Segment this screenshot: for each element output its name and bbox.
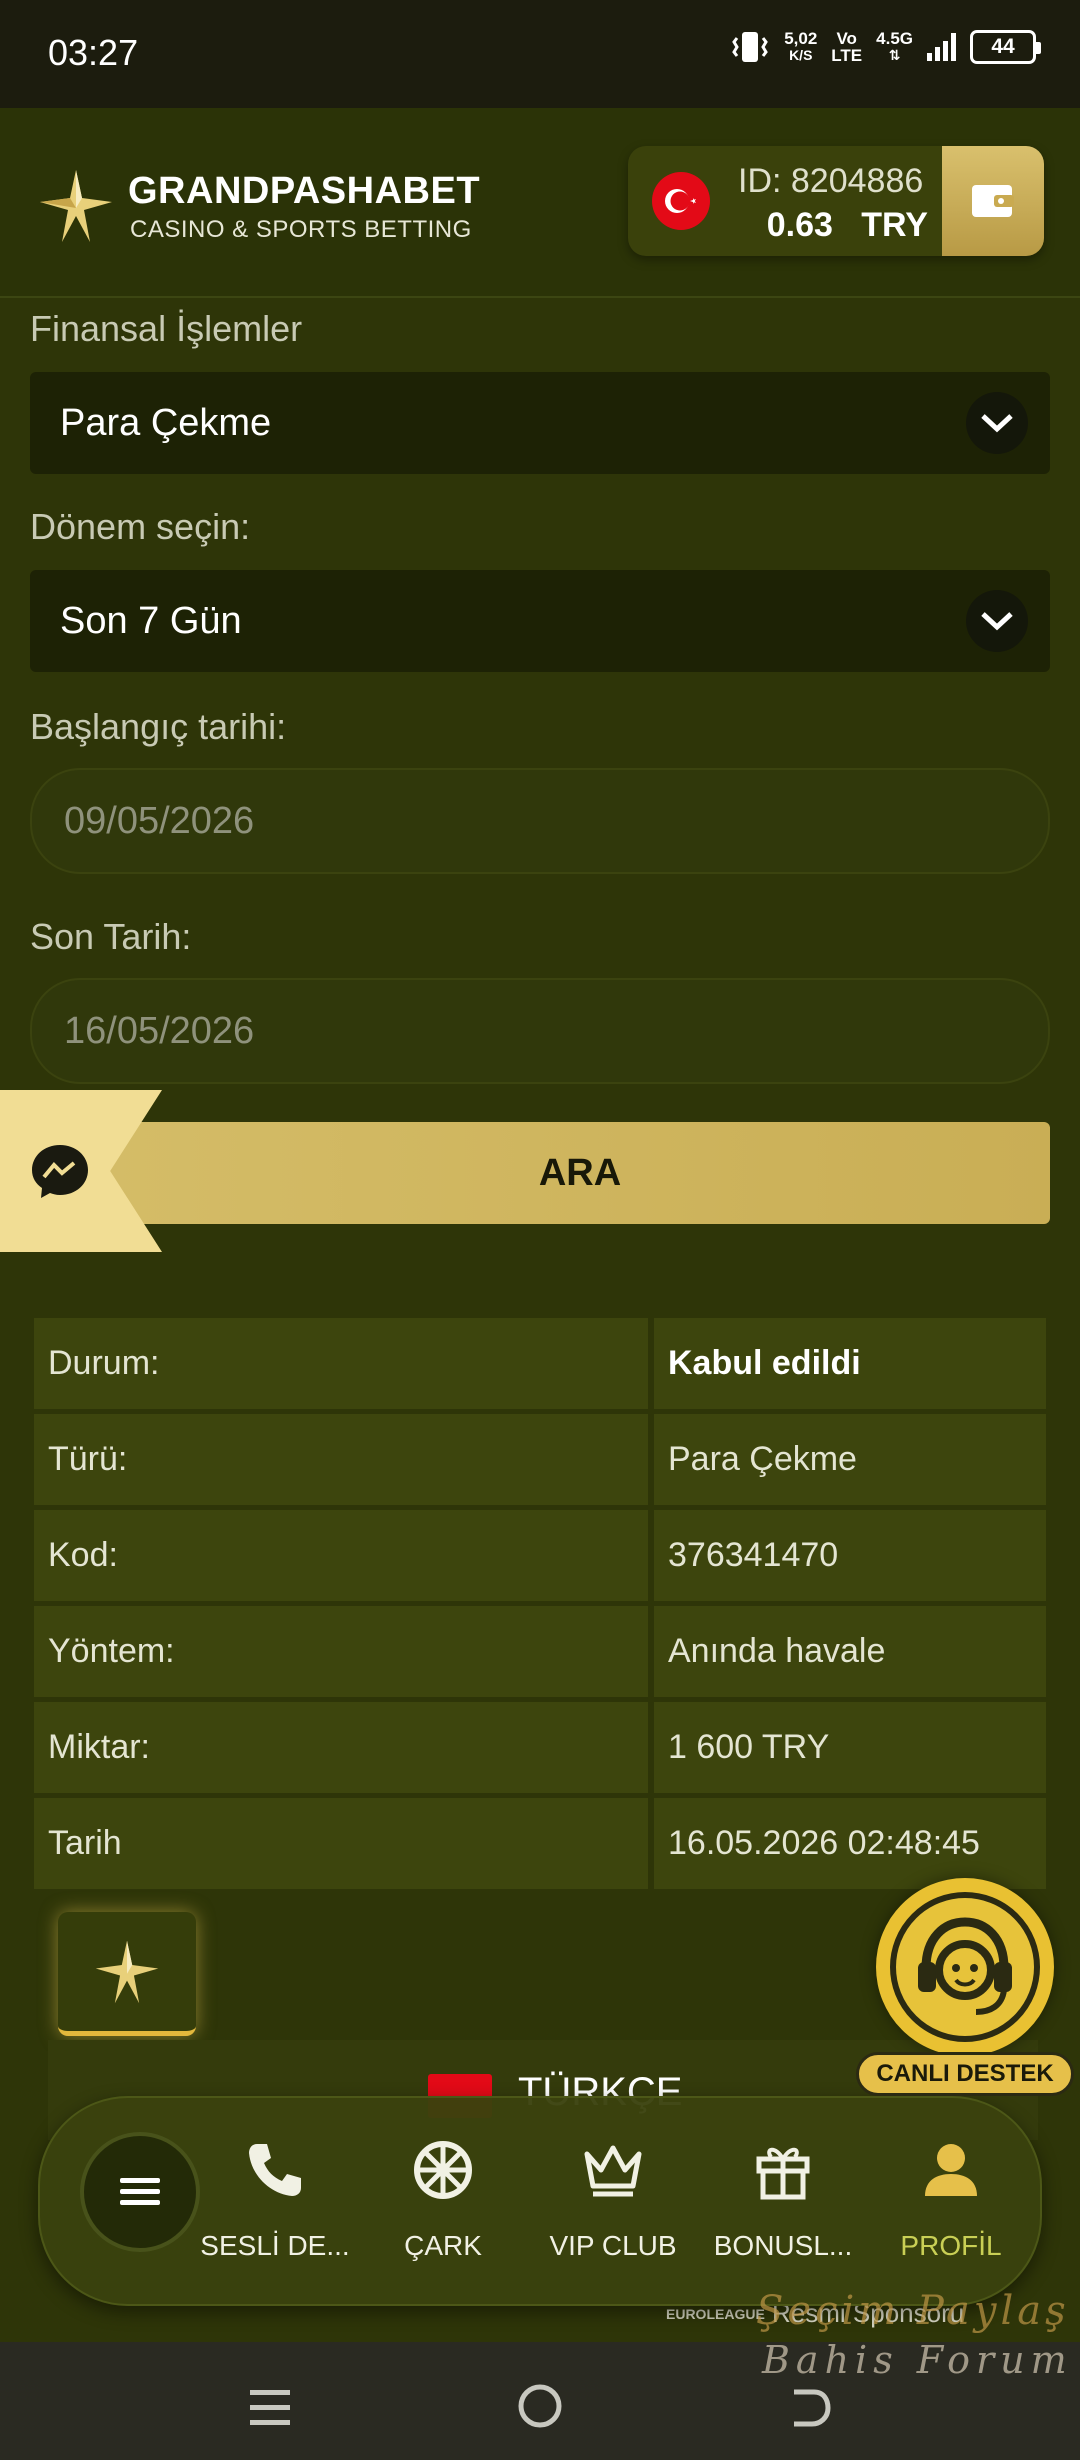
- financial-type-value: Para Çekme: [60, 401, 272, 444]
- method-value: Anında havale: [654, 1606, 1046, 1697]
- vibrate-icon: [732, 32, 768, 62]
- status-icons: 5,02 K/S Vo LTE 4.5G ⇅ 44: [730, 29, 1041, 65]
- financial-type-select[interactable]: Para Çekme: [30, 372, 1050, 474]
- nav-bonuses[interactable]: BONUSL...: [698, 2134, 868, 2262]
- financial-label: Finansal İşlemler: [30, 308, 303, 349]
- logo-star-icon: [95, 1940, 159, 2003]
- status-value: Kabul edildi: [654, 1318, 1046, 1409]
- brand-subtitle: CASINO & SPORTS BETTING: [130, 216, 472, 243]
- table-row: Tarih 16.05.2026 02:48:45: [34, 1798, 1046, 1889]
- support-label: CANLI DESTEK: [856, 2052, 1074, 2096]
- end-date-label: Son Tarih:: [30, 916, 192, 957]
- nav-label: VIP CLUB: [549, 2230, 677, 2261]
- gift-icon: [756, 2147, 810, 2200]
- start-date-label: Başlangıç tarihi:: [30, 706, 287, 747]
- code-value: 376341470: [654, 1510, 1046, 1601]
- chevron-down-icon: [966, 392, 1028, 454]
- amount-key: Miktar:: [34, 1702, 648, 1793]
- nav-label: SESLİ DE...: [200, 2230, 350, 2261]
- nav-wheel[interactable]: ÇARK: [358, 2134, 528, 2262]
- nav-voice-support[interactable]: SESLİ DE...: [190, 2134, 360, 2262]
- messenger-icon[interactable]: [28, 1141, 92, 1201]
- code-key: Kod:: [34, 1510, 648, 1601]
- account-id: ID: 8204886: [738, 162, 924, 200]
- scroll-top-logo[interactable]: [58, 1912, 196, 2036]
- table-row: Durum: Kabul edildi: [34, 1318, 1046, 1409]
- site-header: GRANDPASHABET CASINO & SPORTS BETTING ID…: [0, 108, 1080, 298]
- table-row: Yöntem: Anında havale: [34, 1606, 1046, 1697]
- chevron-down-icon: [966, 590, 1028, 652]
- watermark: Şeçim Paylaş: [756, 2288, 1070, 2334]
- start-date-input[interactable]: 09/05/2026: [30, 768, 1050, 874]
- live-support-button[interactable]: CANLI DESTEK: [856, 1878, 1074, 2098]
- hamburger-icon: [120, 2178, 160, 2205]
- account-panel[interactable]: ID: 8204886 0.63 TRY: [628, 146, 1044, 256]
- date-value: 16.05.2026 02:48:45: [654, 1798, 1046, 1889]
- nav-label: BONUSL...: [713, 2230, 853, 2261]
- period-value: Son 7 Gün: [60, 599, 242, 642]
- menu-button[interactable]: [80, 2132, 200, 2252]
- logo-star-icon[interactable]: [38, 168, 114, 244]
- user-icon: [925, 2144, 977, 2196]
- status-key: Durum:: [34, 1318, 648, 1409]
- signal-icon: [927, 33, 956, 61]
- type-key: Türü:: [34, 1414, 648, 1505]
- wallet-button[interactable]: [942, 146, 1044, 256]
- back-icon[interactable]: [784, 2382, 832, 2430]
- turkey-flag-icon: [652, 172, 710, 230]
- transaction-table: Durum: Kabul edildi Türü: Para Çekme Kod…: [34, 1318, 1046, 1894]
- home-icon[interactable]: [516, 2382, 564, 2430]
- period-select[interactable]: Son 7 Gün: [30, 570, 1050, 672]
- net-speed: 5,02 K/S: [784, 29, 818, 63]
- end-date-input[interactable]: 16/05/2026: [30, 978, 1050, 1084]
- amount-value: 1 600 TRY: [654, 1702, 1046, 1793]
- battery-icon: 44: [970, 30, 1041, 64]
- wheel-icon: [414, 2141, 472, 2199]
- volte-indicator: Vo LTE: [831, 29, 863, 65]
- account-balance: 0.63 TRY: [766, 206, 928, 244]
- table-row: Miktar: 1 600 TRY: [34, 1702, 1046, 1793]
- network-type: 4.5G ⇅: [876, 29, 913, 63]
- method-key: Yöntem:: [34, 1606, 648, 1697]
- headset-agent-icon: [890, 1892, 1040, 2042]
- status-time: 03:27: [48, 32, 139, 73]
- date-key: Tarih: [34, 1798, 648, 1889]
- nav-vip-club[interactable]: VIP CLUB: [528, 2134, 698, 2262]
- sponsor-league: EUROLEAGUE: [666, 2306, 765, 2322]
- search-button[interactable]: ARA: [110, 1122, 1050, 1224]
- nav-profile[interactable]: PROFİL: [866, 2134, 1036, 2262]
- recents-icon[interactable]: [248, 2386, 292, 2430]
- nav-label: ÇARK: [404, 2230, 482, 2261]
- wallet-icon: [972, 185, 1014, 217]
- phone-icon: [249, 2144, 301, 2196]
- table-row: Türü: Para Çekme: [34, 1414, 1046, 1505]
- crown-icon: [584, 2145, 642, 2197]
- brand-name[interactable]: GRANDPASHABET: [128, 170, 480, 213]
- type-value: Para Çekme: [654, 1414, 1046, 1505]
- table-row: Kod: 376341470: [34, 1510, 1046, 1601]
- watermark: Bahis Forum: [762, 2338, 1073, 2382]
- period-label: Dönem seçin:: [30, 506, 251, 547]
- status-bar: 03:27 5,02 K/S Vo LTE 4.5G ⇅ 44: [0, 0, 1080, 108]
- bottom-nav: SESLİ DE... ÇARK VIP CLUB BONUSL... PROF…: [38, 2096, 1042, 2306]
- nav-label: PROFİL: [900, 2230, 1002, 2261]
